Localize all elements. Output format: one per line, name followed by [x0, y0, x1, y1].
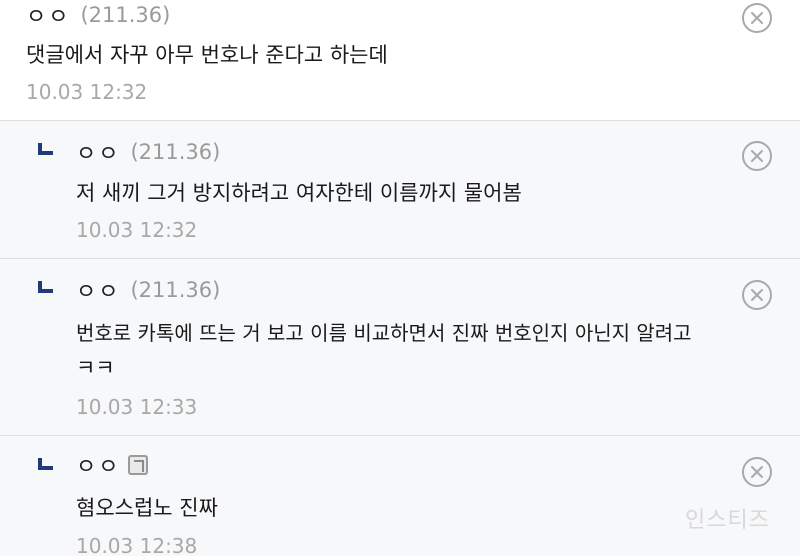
comment-header: ㅇㅇ (211.36)	[76, 274, 221, 306]
delete-comment-button[interactable]	[742, 280, 772, 310]
comment-time: 10.03 12:33	[76, 395, 198, 419]
comment-header: ㅇㅇ (211.36)	[76, 136, 221, 168]
comment-header: ㅇㅇ (211.36)	[26, 0, 171, 31]
gallery-member-badge-icon	[128, 455, 149, 475]
comment-time: 10.03 12:32	[26, 80, 148, 104]
comment-author[interactable]: ㅇㅇ	[76, 449, 120, 481]
reply-item: ㅇㅇ (211.36) 저 새끼 그거 방지하려고 여자한테 이름까지 물어봄 …	[0, 121, 800, 259]
comment-ip: (211.36)	[80, 3, 171, 27]
comment-text-line2: ㅋㅋ	[76, 356, 115, 380]
comment-thread: ㅇㅇ (211.36) 댓글에서 자꾸 아무 번호나 준다고 하는데 10.03…	[0, 0, 800, 556]
close-icon	[751, 12, 763, 24]
close-icon	[751, 289, 763, 301]
comment-ip: (211.36)	[130, 278, 221, 302]
reply-arrow-icon	[38, 458, 53, 470]
delete-comment-button[interactable]	[742, 457, 772, 487]
reply-arrow-icon	[38, 143, 53, 155]
comment-text-line1: 번호로 카톡에 뜨는 거 보고 이름 비교하면서 진짜 번호인지 아닌지 알려고	[76, 321, 692, 345]
comment-author[interactable]: ㅇㅇ	[26, 0, 70, 31]
comment-item: ㅇㅇ (211.36) 댓글에서 자꾸 아무 번호나 준다고 하는데 10.03…	[0, 0, 800, 121]
comment-time: 10.03 12:38	[76, 534, 198, 556]
reply-arrow-icon	[38, 281, 53, 293]
reply-item: ㅇㅇ 혐오스럽노 진짜 10.03 12:38	[0, 436, 800, 556]
delete-comment-button[interactable]	[742, 141, 772, 171]
comment-author[interactable]: ㅇㅇ	[76, 136, 120, 168]
comment-header: ㅇㅇ	[76, 449, 149, 481]
close-icon	[751, 466, 763, 478]
comment-text: 저 새끼 그거 방지하려고 여자한테 이름까지 물어봄	[76, 181, 522, 205]
close-icon	[751, 150, 763, 162]
comment-text: 댓글에서 자꾸 아무 번호나 준다고 하는데	[26, 43, 388, 67]
delete-comment-button[interactable]	[742, 3, 772, 33]
comment-time: 10.03 12:32	[76, 218, 198, 242]
comment-ip: (211.36)	[130, 140, 221, 164]
site-watermark: 인스티즈	[685, 508, 770, 533]
reply-item: ㅇㅇ (211.36) 번호로 카톡에 뜨는 거 보고 이름 비교하면서 진짜 …	[0, 259, 800, 436]
comment-text: 혐오스럽노 진짜	[76, 496, 218, 520]
comment-author[interactable]: ㅇㅇ	[76, 274, 120, 306]
